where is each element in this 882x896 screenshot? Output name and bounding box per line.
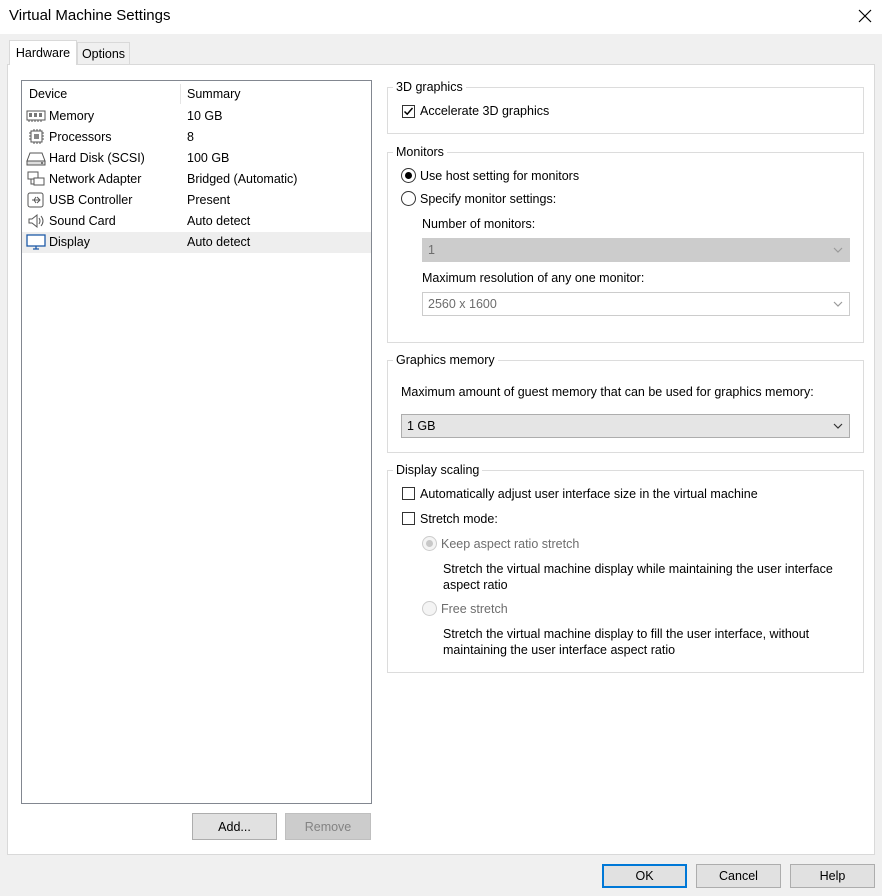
remove-device-button[interactable]: Remove [285, 813, 371, 840]
stretch-mode-checkbox[interactable] [402, 512, 415, 525]
max-resolution-value: 2560 x 1600 [428, 297, 497, 311]
remove-device-button-label: Remove [304, 819, 352, 834]
graphics-memory-description: Maximum amount of guest memory that can … [401, 385, 814, 399]
free-stretch-label[interactable]: Free stretch [441, 602, 508, 616]
device-summary: Present [187, 193, 231, 207]
group-graphics-memory [387, 360, 864, 453]
device-summary: Auto detect [187, 235, 251, 249]
device-list[interactable]: Device Summary Memory 10 GB Processors 8… [21, 80, 372, 804]
max-resolution-label: Maximum resolution of any one monitor: [422, 271, 645, 285]
device-row-sound-card[interactable]: Sound Card Auto detect [22, 211, 371, 232]
cancel-button-label: Cancel [719, 869, 758, 883]
keep-aspect-ratio-radio[interactable] [422, 536, 437, 551]
max-resolution-select[interactable]: 2560 x 1600 [422, 292, 850, 316]
group-3d-graphics-legend: 3D graphics [393, 80, 466, 94]
specify-monitors-radio[interactable] [401, 191, 416, 206]
device-summary: 100 GB [187, 151, 230, 165]
tab-options-label: Options [81, 46, 126, 61]
keep-aspect-ratio-label[interactable]: Keep aspect ratio stretch [441, 537, 579, 551]
processor-icon [29, 129, 44, 144]
device-summary: Auto detect [187, 214, 251, 228]
keep-aspect-ratio-description-line1: Stretch the virtual machine display whil… [443, 562, 833, 576]
column-header-summary[interactable]: Summary [187, 87, 240, 101]
device-name: Memory [49, 109, 95, 123]
accelerate-3d-label[interactable]: Accelerate 3D graphics [420, 104, 549, 118]
number-of-monitors-select[interactable]: 1 [422, 238, 850, 262]
auto-adjust-ui-checkbox[interactable] [402, 487, 415, 500]
tab-options[interactable]: Options [77, 42, 130, 64]
accelerate-3d-checkbox[interactable] [402, 105, 415, 118]
device-name: Sound Card [49, 214, 116, 228]
help-button[interactable]: Help [790, 864, 875, 888]
chevron-down-icon [833, 247, 843, 253]
number-of-monitors-value: 1 [428, 243, 435, 257]
stretch-mode-label[interactable]: Stretch mode: [420, 512, 498, 526]
device-name: Hard Disk (SCSI) [49, 151, 145, 165]
number-of-monitors-label: Number of monitors: [422, 217, 536, 231]
device-summary: 8 [187, 130, 194, 144]
graphics-memory-value: 1 GB [407, 419, 436, 433]
device-name: Display [49, 235, 90, 249]
free-stretch-radio[interactable] [422, 601, 437, 616]
device-row-processors[interactable]: Processors 8 [22, 127, 371, 148]
chevron-down-icon [833, 423, 843, 429]
add-device-button[interactable]: Add... [192, 813, 277, 840]
cancel-button[interactable]: Cancel [696, 864, 781, 888]
network-adapter-icon [27, 171, 45, 186]
specify-monitors-label[interactable]: Specify monitor settings: [420, 192, 556, 206]
memory-icon [26, 110, 46, 122]
checkmark-icon [403, 107, 414, 116]
device-name: USB Controller [49, 193, 133, 207]
device-row-network-adapter[interactable]: Network Adapter Bridged (Automatic) [22, 169, 371, 190]
chevron-down-icon [833, 301, 843, 307]
column-separator[interactable] [180, 84, 181, 104]
use-host-monitors-label[interactable]: Use host setting for monitors [420, 169, 579, 183]
group-display-scaling-legend: Display scaling [393, 463, 483, 477]
add-device-button-label: Add... [218, 819, 251, 834]
device-row-memory[interactable]: Memory 10 GB [22, 106, 371, 127]
graphics-memory-select[interactable]: 1 GB [401, 414, 850, 438]
usb-icon [27, 192, 44, 208]
window-title: Virtual Machine Settings [9, 7, 171, 24]
device-row-hard-disk[interactable]: Hard Disk (SCSI) 100 GB [22, 148, 371, 169]
device-row-display[interactable]: Display Auto detect [22, 232, 371, 253]
keep-aspect-ratio-description-line2: aspect ratio [443, 578, 508, 592]
speaker-icon [28, 213, 44, 229]
device-summary: Bridged (Automatic) [187, 172, 298, 186]
group-monitors-legend: Monitors [393, 145, 447, 159]
group-graphics-memory-legend: Graphics memory [393, 353, 498, 367]
column-header-device[interactable]: Device [29, 87, 67, 101]
monitor-icon [26, 234, 46, 250]
hard-disk-icon [26, 152, 46, 166]
close-button[interactable] [848, 0, 882, 32]
tab-hardware-label: Hardware [15, 46, 71, 60]
ok-button[interactable]: OK [602, 864, 687, 888]
use-host-monitors-radio[interactable] [401, 168, 416, 183]
help-button-label: Help [819, 869, 846, 883]
device-summary: 10 GB [187, 109, 223, 123]
device-name: Network Adapter [49, 172, 142, 186]
ok-button-label: OK [635, 869, 654, 883]
free-stretch-description-line2: maintaining the user interface aspect ra… [443, 643, 676, 657]
auto-adjust-ui-label[interactable]: Automatically adjust user interface size… [420, 487, 758, 501]
tab-hardware[interactable]: Hardware [9, 40, 77, 65]
device-list-header: Device Summary [22, 81, 371, 106]
close-icon [858, 9, 872, 23]
free-stretch-description-line1: Stretch the virtual machine display to f… [443, 627, 810, 641]
device-row-usb-controller[interactable]: USB Controller Present [22, 190, 371, 211]
device-name: Processors [49, 130, 112, 144]
